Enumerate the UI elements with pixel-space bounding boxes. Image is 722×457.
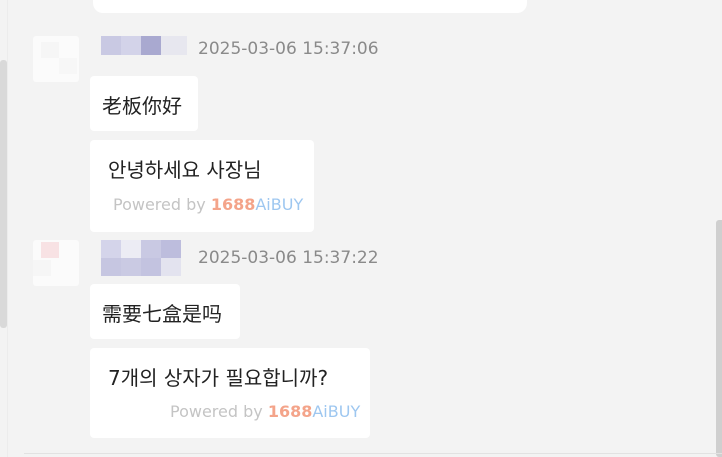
avatar[interactable] [33, 240, 79, 286]
translated-text: 안녕하세요 사장님 [108, 158, 262, 182]
message-timestamp: 2025-03-06 15:37:22 [198, 248, 379, 268]
brand-number: 1688 [210, 195, 256, 214]
brand-name: AiBUY [312, 402, 361, 421]
message-timestamp: 2025-03-06 15:37:06 [198, 39, 379, 59]
divider [24, 453, 722, 454]
previous-message-bubble [93, 0, 527, 13]
panel-divider [7, 0, 8, 457]
chat-scrollbar[interactable] [716, 220, 722, 457]
powered-by-prefix: Powered by [113, 195, 206, 214]
powered-by-label: Powered by 1688AiBUY [113, 195, 303, 214]
avatar[interactable] [33, 36, 79, 82]
message-text: 老板你好 [102, 94, 182, 118]
powered-by-prefix: Powered by [170, 402, 263, 421]
translation-bubble[interactable]: 7개의 상자가 필요합니까? Powered by 1688AiBUY [90, 348, 370, 438]
translation-bubble[interactable]: 안녕하세요 사장님 Powered by 1688AiBUY [90, 140, 314, 232]
sender-name-blurred [101, 240, 181, 278]
translated-text: 7개의 상자가 필요합니까? [108, 366, 329, 390]
chat-window: 2025-03-06 15:37:06 老板你好 안녕하세요 사장님 Power… [0, 0, 722, 457]
message-bubble[interactable]: 需要七盒是吗 [90, 284, 240, 339]
sender-name-blurred [101, 36, 187, 74]
brand-name: AiBUY [255, 195, 304, 214]
message-bubble[interactable]: 老板你好 [90, 76, 198, 131]
message-text: 需要七盒是吗 [102, 302, 222, 326]
powered-by-label: Powered by 1688AiBUY [170, 402, 360, 421]
brand-number: 1688 [267, 402, 313, 421]
left-scrollbar[interactable] [0, 60, 7, 328]
